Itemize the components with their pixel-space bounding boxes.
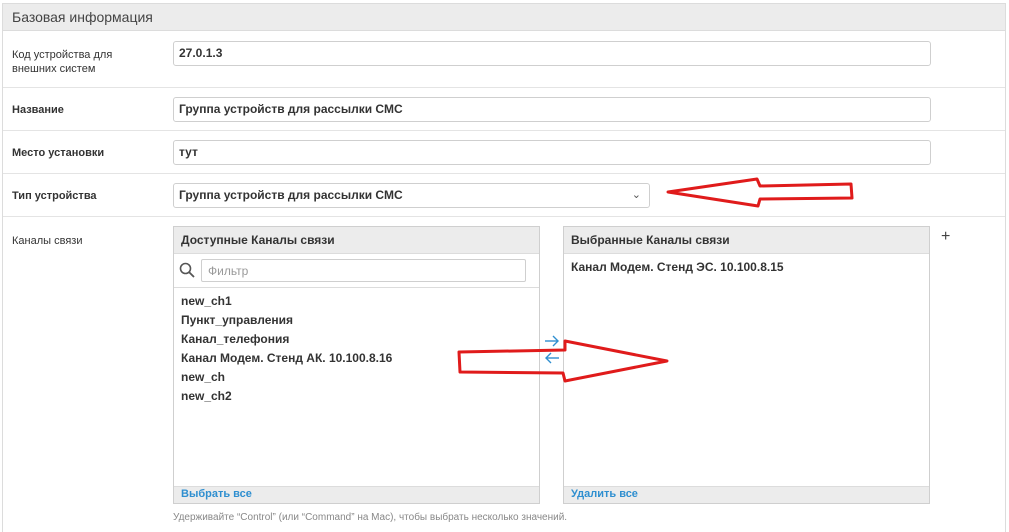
remove-all-link[interactable]: Удалить все	[564, 486, 929, 503]
row-external-code: Код устройства для внешних систем 27.0.1…	[3, 32, 1005, 88]
transfer-arrows	[545, 335, 559, 364]
arrow-right-icon[interactable]	[545, 335, 559, 347]
chevron-down-icon: ⌄	[631, 189, 641, 201]
list-item[interactable]: Канал Модем. Стенд ЭС. 10.100.8.15	[571, 258, 922, 277]
device-type-value: Группа устройств для рассылки СМС	[179, 188, 403, 202]
list-item[interactable]: Пункт_управления	[181, 311, 532, 330]
channels-label: Каналы связи	[12, 235, 83, 247]
row-location: Место установки тут	[3, 131, 1005, 174]
list-item[interactable]: new_ch2	[181, 387, 532, 406]
row-device-type: Тип устройства Группа устройств для расс…	[3, 174, 1005, 217]
name-label: Название	[12, 104, 64, 116]
add-channel-button[interactable]: +	[941, 228, 950, 246]
external-code-label: Код устройства для внешних систем	[12, 49, 113, 75]
external-code-input[interactable]: 27.0.1.3	[173, 41, 931, 66]
multi-select-hint: Удерживайте “Control” (или “Command” на …	[173, 512, 568, 523]
filter-input[interactable]	[201, 259, 526, 282]
device-type-select[interactable]: Группа устройств для рассылки СМС ⌄	[173, 183, 650, 208]
location-input[interactable]: тут	[173, 140, 931, 165]
select-all-link[interactable]: Выбрать все	[174, 486, 539, 503]
selected-channels-box: Выбранные Каналы связи Канал Модем. Стен…	[563, 226, 930, 504]
arrow-left-icon[interactable]	[545, 352, 559, 364]
location-label: Место установки	[12, 147, 105, 159]
selected-channels-list[interactable]: Канал Модем. Стенд ЭС. 10.100.8.15	[564, 254, 929, 281]
panel-title: Базовая информация	[3, 4, 1005, 31]
available-channels-list[interactable]: new_ch1 Пункт_управления Канал_телефония…	[174, 288, 539, 410]
selected-channels-title: Выбранные Каналы связи	[564, 227, 929, 254]
list-item[interactable]: Канал_телефония	[181, 330, 532, 349]
list-item[interactable]: new_ch	[181, 368, 532, 387]
available-channels-box: Доступные Каналы связи new_ch1 Пункт_упр…	[173, 226, 540, 504]
search-icon	[179, 262, 195, 278]
row-name: Название Группа устройств для рассылки С…	[3, 88, 1005, 131]
available-channels-title: Доступные Каналы связи	[174, 227, 539, 254]
list-item[interactable]: new_ch1	[181, 292, 532, 311]
list-item[interactable]: Канал Модем. Стенд АК. 10.100.8.16	[181, 349, 532, 368]
filter-bar	[174, 254, 539, 288]
device-type-label: Тип устройства	[12, 190, 97, 202]
name-input[interactable]: Группа устройств для рассылки СМС	[173, 97, 931, 122]
